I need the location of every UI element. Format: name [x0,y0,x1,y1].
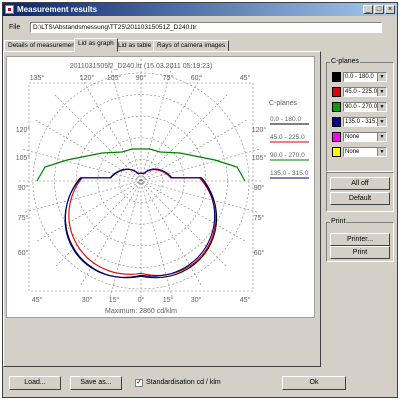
plot-legend-label: 90.0 - 270.0 [270,152,305,159]
plot-legend-label: 45.0 - 225.0 [270,134,305,141]
cplane-value: None [345,134,360,140]
load-button[interactable]: Load... [9,376,61,390]
chevron-down-icon[interactable]: ▼ [377,118,386,126]
color-swatch[interactable] [332,72,341,82]
cplane-value: None [345,149,360,155]
standardisation-checkbox[interactable]: ✓ [135,379,143,387]
angle-label-top: 105° [107,74,122,82]
tab-lid-as-graph[interactable]: Lid as graph [74,38,118,52]
chevron-down-icon[interactable]: ▼ [377,88,386,96]
color-swatch[interactable] [332,117,341,127]
angle-label-top: 45° [240,74,251,82]
angle-label-right: 105° [252,154,267,162]
angle-label-bottom: 15° [163,296,174,304]
angle-label-left: 60° [18,249,29,257]
maximize-icon[interactable]: □ [374,5,384,14]
angle-label-bottom: 45° [240,296,251,304]
plot-legend-label: 0.0 - 180.0 [270,116,301,123]
cplane-select[interactable]: None ▼ [343,132,387,142]
color-swatch[interactable] [332,87,341,97]
intensity-curve [64,168,216,278]
print-button[interactable]: Print [330,246,390,259]
close-icon[interactable]: × [385,5,395,14]
title-bar[interactable]: Measurement results _ □ × [3,3,397,16]
cplane-select[interactable]: 135.0 - 315.0 ▼ [343,117,387,127]
angle-label-right: 75° [254,214,265,222]
angle-label-top: 75° [163,74,174,82]
plot-legend-title: C-planes [269,100,298,107]
ok-button[interactable]: Ok [282,376,346,390]
window-title: Measurement results [17,5,98,14]
print-group-title: Print [330,218,347,226]
cplane-value: 0.0 - 180.0 [345,74,374,80]
angle-label-right: 60° [254,249,265,257]
angle-label-left: 75° [18,214,29,222]
color-swatch[interactable] [332,132,341,142]
polar-grid [19,59,263,303]
chevron-down-icon[interactable]: ▼ [377,103,386,111]
minimize-icon[interactable]: _ [363,5,373,14]
file-label: File [9,24,21,31]
file-path-field[interactable]: D:\LTS\Abstandsmessung\TT25\20110315051Z… [30,22,382,33]
standardisation-label: Standardisation cd / klm [146,379,221,386]
angle-label-bottom: 30° [82,296,93,304]
cplane-select[interactable]: 90.0 - 270.0 ▼ [343,102,387,112]
save-as-button[interactable]: Save as... [70,376,122,390]
angle-label-top: 120° [80,74,95,82]
angle-label-left: 120° [16,126,31,134]
cplane-select[interactable]: 45.0 - 225.0 ▼ [343,87,387,97]
angle-label-bottom: 0° [138,296,145,304]
angle-label-left: 90° [18,184,29,192]
app-icon [5,5,14,14]
chevron-down-icon[interactable]: ▼ [377,148,386,156]
plot-legend-label: 135.0 - 315.0 [270,170,309,177]
plot-maximum: Maximum: 2860 cd/klm [105,308,177,315]
chevron-down-icon[interactable]: ▼ [377,133,386,141]
angle-label-bottom: 15° [109,296,120,304]
angle-label-right: 90° [254,184,265,192]
cplane-select[interactable]: None ▼ [343,147,387,157]
polar-plot: 2011031505l2_D240.ltr (15.03.2011 05:19:… [6,56,315,318]
angle-label-bottom: 30° [191,296,202,304]
angle-label-top: 60° [191,74,202,82]
printer-button[interactable]: Printer... [330,233,390,246]
default-button[interactable]: Default [330,192,390,205]
intensity-curve [68,168,216,276]
cplane-select[interactable]: 0.0 - 180.0 ▼ [343,72,387,82]
angle-label-left: 105° [16,154,31,162]
cplane-value: 135.0 - 315.0 [345,119,381,125]
plot-title: 2011031505l2_D240.ltr (15.03.2011 05:19:… [70,63,213,70]
chevron-down-icon[interactable]: ▼ [377,73,386,81]
all-off-button[interactable]: All off [330,177,390,190]
color-swatch[interactable] [332,102,341,112]
color-swatch[interactable] [332,147,341,157]
cplanes-group-title: C-planes [330,58,361,66]
angle-label-top: 90° [136,74,147,82]
cplane-value: 90.0 - 270.0 [345,104,378,110]
angle-label-right: 120° [252,126,267,134]
angle-label-top: 135° [30,74,45,82]
angle-label-bottom: 45° [32,296,43,304]
cplane-value: 45.0 - 225.0 [345,89,378,95]
